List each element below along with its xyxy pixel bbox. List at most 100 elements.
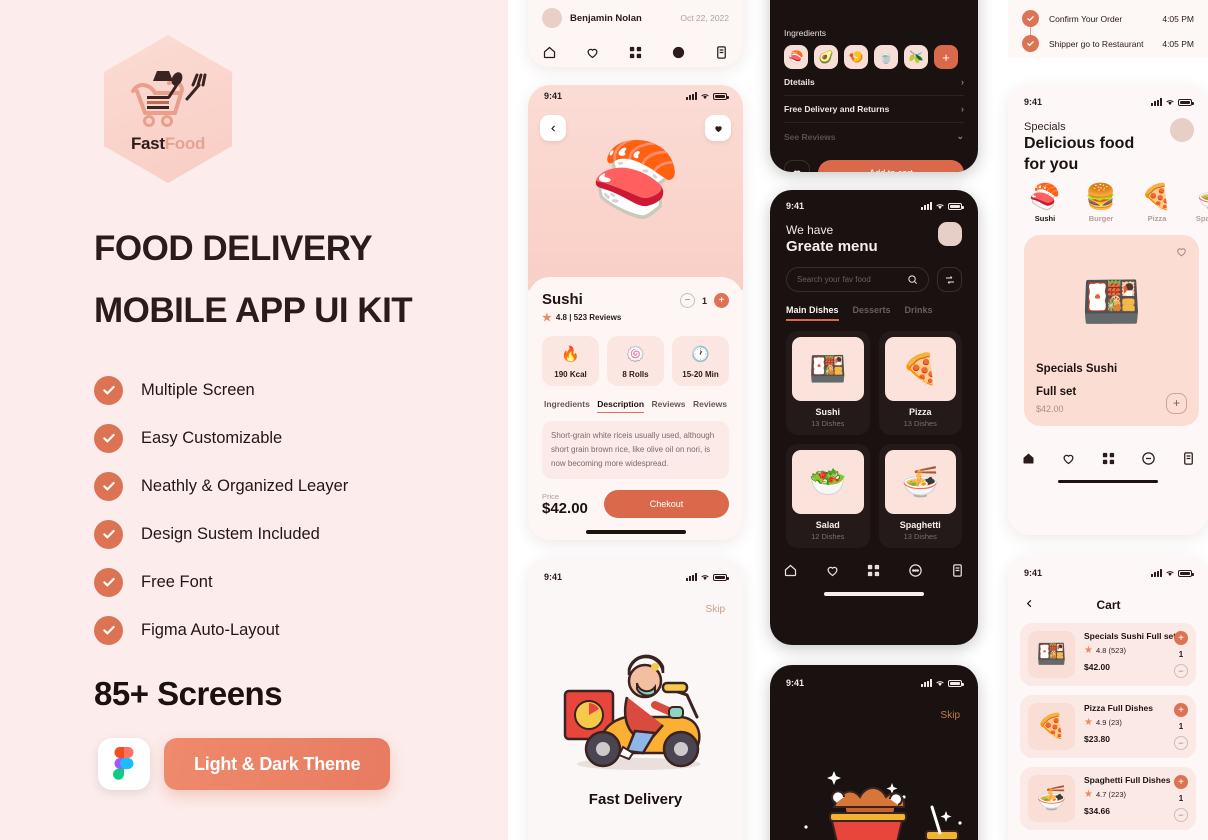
avatar[interactable] — [938, 222, 962, 246]
cart-item[interactable]: 🍱 Specials Sushi Full set ★ 4.8 (523) $42… — [1020, 623, 1196, 686]
decrease-quantity-button[interactable]: − — [1174, 664, 1188, 678]
detail-row[interactable]: Dtetails › — [784, 69, 964, 96]
heart-icon[interactable] — [825, 563, 840, 583]
category-row[interactable]: 🍣 Sushi 🍔 Burger 🍕 Pizza 🍜 Spaghetti 🥗 S… — [1008, 175, 1208, 224]
specials-cards[interactable]: 🍱 Specials Sushi Full set $42.00 + 🍕 Spe… — [1008, 223, 1208, 426]
receipt-icon[interactable] — [950, 563, 965, 583]
home-icon[interactable] — [783, 563, 798, 583]
increase-quantity-button[interactable]: + — [1174, 703, 1188, 717]
add-to-cart-button[interactable]: Add to cart — [818, 160, 964, 172]
home-icon[interactable] — [1021, 451, 1036, 471]
avatar[interactable] — [1170, 118, 1194, 142]
cart-item[interactable]: 🍕 Pizza Full Dishes ★ 4.9 (23) $23.80 + 1… — [1020, 695, 1196, 758]
feature-item: Design Sustem Included — [94, 510, 494, 558]
tab-ingredients-0[interactable]: Ingredients — [544, 399, 590, 413]
tracking-step-label: Shipper go to Restaurant — [1049, 38, 1144, 49]
tab-description-1[interactable]: Description — [597, 399, 645, 413]
ingredient-chips[interactable]: 🍣 🥑 🍤 🍵 🫒 + — [784, 45, 964, 69]
category-item[interactable]: 🍣 Sushi — [1024, 185, 1066, 224]
specials-title-line-1: Delicious food — [1024, 135, 1135, 152]
menu-card[interactable]: 🍜 Spaghetti 13 Dishes — [878, 444, 962, 548]
roll-icon: 🍥 — [626, 346, 645, 363]
battery-icon — [1178, 569, 1194, 577]
feature-label: Free Font — [141, 572, 213, 591]
category-item[interactable]: 🍕 Pizza — [1136, 185, 1178, 224]
menu-grid[interactable]: 🍱 Sushi 13 Dishes 🍕 Pizza 13 Dishes 🥗 Sa… — [770, 321, 978, 548]
star-icon: ★ — [1084, 789, 1093, 800]
status-time: 9:41 — [544, 572, 563, 582]
checkout-button[interactable]: Chekout — [604, 490, 729, 518]
status-time: 9:41 — [786, 201, 805, 211]
category-item[interactable]: 🍜 Spaghetti — [1192, 185, 1208, 224]
receipt-icon[interactable] — [714, 45, 729, 65]
tracking-steps: Confirm Your Order 4:05 PM Shipper go to… — [1008, 6, 1208, 56]
receipt-icon[interactable] — [1181, 451, 1196, 471]
menu-card[interactable]: 🍕 Pizza 13 Dishes — [878, 331, 962, 435]
tab-reviews-3[interactable]: Reviews — [693, 399, 727, 413]
increase-quantity-button[interactable]: + — [1174, 631, 1188, 645]
feature-item: Multiple Screen — [94, 366, 494, 414]
ingredient-chip[interactable]: 🍣 — [784, 45, 808, 69]
chevron-down-icon: ⌄ — [956, 131, 964, 141]
add-ingredient-button[interactable]: + — [934, 45, 958, 69]
home-icon[interactable] — [542, 45, 557, 65]
decrease-quantity-button[interactable]: − — [679, 293, 695, 308]
tab-drinks[interactable]: Drinks — [905, 305, 933, 321]
search-input[interactable]: Search your fav food — [786, 267, 929, 292]
chat-icon[interactable] — [671, 45, 686, 65]
skip-button[interactable]: Skip — [528, 588, 743, 615]
signal-icon — [1151, 569, 1162, 577]
cart-items[interactable]: 🍱 Specials Sushi Full set ★ 4.8 (523) $42… — [1008, 623, 1208, 830]
quantity-stepper[interactable]: − 1 + — [679, 293, 729, 308]
decrease-quantity-button[interactable]: − — [1174, 808, 1188, 822]
skip-button[interactable]: Skip — [770, 694, 978, 721]
heart-icon[interactable] — [1175, 245, 1188, 263]
cart-item-name: Specials Sushi Full set — [1084, 631, 1177, 641]
grid-icon[interactable] — [866, 563, 881, 583]
product-tabs[interactable]: Ingredients Description Reviews Reviews — [542, 399, 729, 413]
grid-icon[interactable] — [628, 45, 643, 65]
ingredient-chip[interactable]: 🫒 — [904, 45, 928, 69]
filter-button[interactable] — [937, 267, 962, 292]
heart-icon[interactable] — [585, 45, 600, 65]
tab-desserts[interactable]: Desserts — [853, 305, 891, 321]
cart-item[interactable]: 🍜 Spaghetti Full Dishes ★ 4.7 (223) $34.6… — [1020, 767, 1196, 830]
cart-item-stepper[interactable]: + 1 − — [1174, 631, 1188, 678]
chat-icon[interactable] — [908, 563, 923, 583]
product-hero: 9:41 🍣 — [528, 85, 743, 290]
menu-card[interactable]: 🥗 Salad 12 Dishes — [786, 444, 870, 548]
wifi-icon — [1166, 571, 1174, 577]
bottom-tabbar[interactable] — [770, 556, 978, 590]
tab-main-dishes[interactable]: Main Dishes — [786, 305, 839, 321]
detail-row[interactable]: Free Delivery and Returns › — [784, 96, 964, 123]
cart-item-stepper[interactable]: + 1 − — [1174, 703, 1188, 750]
chat-icon[interactable] — [1141, 451, 1156, 471]
ingredient-chip[interactable]: 🍤 — [844, 45, 868, 69]
bottom-tabbar[interactable] — [1008, 444, 1208, 478]
decrease-quantity-button[interactable]: − — [1174, 736, 1188, 750]
detail-rows[interactable]: Dtetails › Free Delivery and Returns › S… — [784, 69, 964, 150]
light-dark-theme-button[interactable]: Light & Dark Theme — [164, 738, 391, 790]
increase-quantity-button[interactable]: + — [714, 293, 729, 308]
cart-actions[interactable]: Add to cart — [784, 160, 964, 172]
ingredient-chip[interactable]: 🥑 — [814, 45, 838, 69]
tab-reviews-2[interactable]: Reviews — [651, 399, 685, 413]
plus-icon[interactable]: + — [1166, 392, 1187, 414]
check-icon — [94, 423, 123, 453]
category-item[interactable]: 🍔 Burger — [1080, 185, 1122, 224]
onboarding-title: Fast Delivery — [588, 791, 683, 808]
cart-item-stepper[interactable]: + 1 − — [1174, 775, 1188, 822]
cart-item-price: $42.00 — [1084, 662, 1110, 672]
bottom-tabbar[interactable] — [528, 38, 743, 67]
logo-word-food: Food — [164, 133, 206, 153]
menu-card[interactable]: 🍱 Sushi 13 Dishes — [786, 331, 870, 435]
increase-quantity-button[interactable]: + — [1174, 775, 1188, 789]
favorite-button[interactable] — [784, 160, 810, 172]
ingredient-chip[interactable]: 🍵 — [874, 45, 898, 69]
detail-row[interactable]: See Reviews ⌄ — [784, 123, 964, 150]
specials-card[interactable]: 🍱 Specials Sushi Full set $42.00 + — [1024, 235, 1199, 426]
heart-icon[interactable] — [1061, 451, 1076, 471]
search-icon — [908, 275, 917, 284]
grid-icon[interactable] — [1101, 451, 1116, 471]
menu-tabs[interactable]: Main Dishes Desserts Drinks — [770, 305, 978, 321]
